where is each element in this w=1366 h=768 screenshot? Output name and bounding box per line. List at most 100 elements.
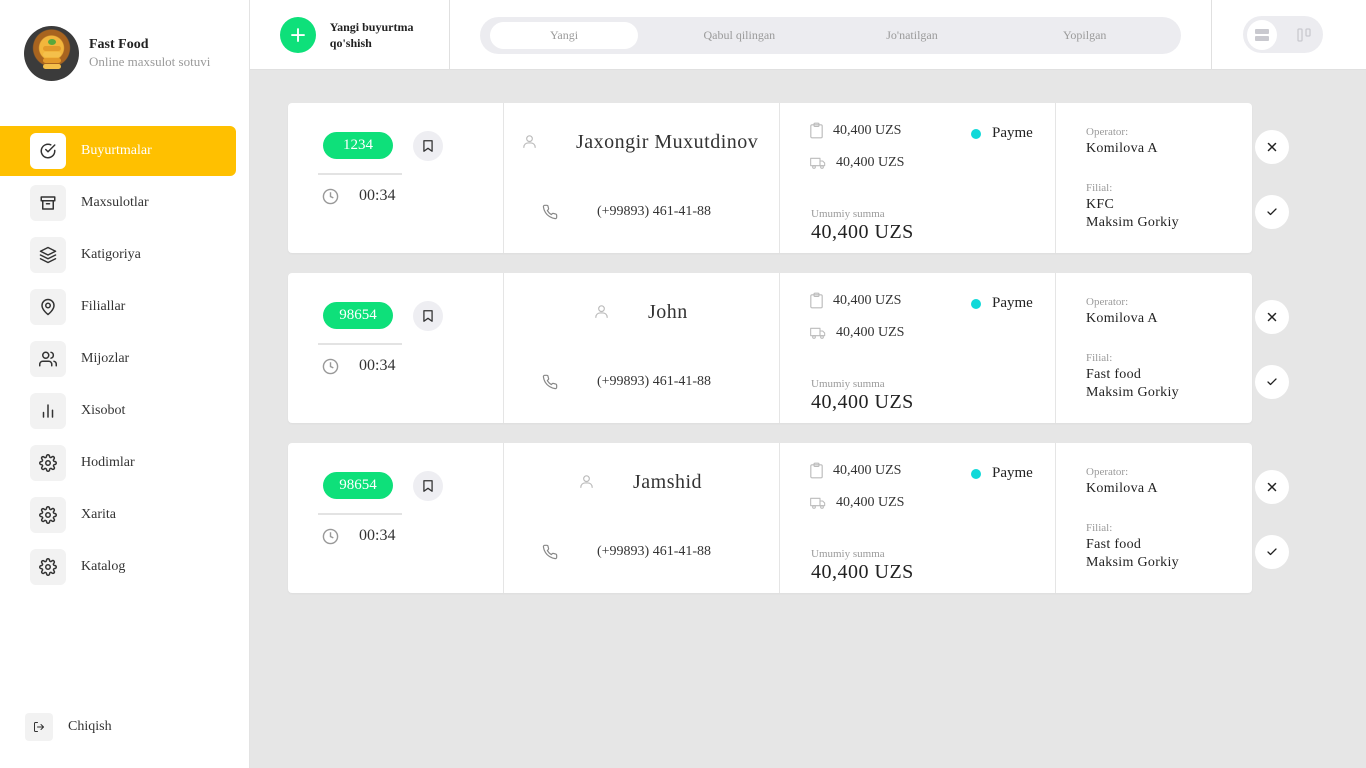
customer-section: Jamshid (+99893) 461-41-88 [504, 443, 780, 593]
phone-icon [542, 204, 558, 220]
reject-button[interactable] [1255, 300, 1289, 334]
customer-name: John [648, 301, 688, 323]
payment-status-dot [971, 298, 981, 309]
products-amount: 40,400 UZS [833, 292, 902, 308]
order-id-badge[interactable]: 98654 [323, 472, 393, 499]
operator-name: Komilova A [1086, 481, 1158, 496]
bookmark-button[interactable] [413, 131, 443, 161]
gear-icon [30, 445, 66, 481]
accept-button[interactable] [1255, 365, 1289, 399]
order-card: 98654 00:34 John (+99893) 461-41-88 40,4… [288, 273, 1289, 423]
total-label: Umumiy summa [811, 378, 885, 390]
products-amount-row: 40,400 UZS [810, 292, 901, 309]
delivery-amount: 40,400 UZS [836, 155, 905, 170]
users-icon [30, 341, 66, 377]
tab-jonatilgan[interactable]: Jo'natilgan [826, 22, 999, 49]
branch-address: Maksim Gorkiy [1086, 215, 1179, 230]
operator-section: Operator: Komilova A Filial: KFC Maksim … [1056, 103, 1252, 253]
phone-icon [542, 544, 558, 560]
clock-icon [322, 188, 339, 205]
header: Yangi buyurtma qo'shish Yangi Qabul qili… [250, 0, 1366, 70]
truck-icon [810, 497, 826, 509]
sidebar-item-label: Maxsulotlar [81, 195, 149, 210]
sidebar-item-label: Xarita [81, 507, 116, 522]
order-time: 00:34 [359, 187, 396, 204]
customer-phone: (+99893) 461-41-88 [597, 204, 712, 219]
bookmark-button[interactable] [413, 301, 443, 331]
payment-status-dot [971, 468, 981, 479]
bookmark-icon [423, 140, 433, 152]
orders-list: 1234 00:34 Jaxongir Muxutdinov (+99893) … [288, 103, 1289, 613]
close-icon [1267, 142, 1277, 152]
tab-yangi[interactable]: Yangi [490, 22, 638, 49]
order-card: 98654 00:34 Jamshid (+99893) 461-41-88 4… [288, 443, 1289, 593]
logout-icon [25, 713, 53, 741]
tab-qabul-qilingan[interactable]: Qabul qilingan [653, 22, 826, 49]
clipboard-icon [810, 462, 823, 479]
truck-icon [810, 157, 826, 169]
new-order-label: Yangi buyurtma qo'shish [329, 20, 414, 50]
operator-label: Operator: [1086, 296, 1129, 308]
sidebar-item-katalog[interactable]: Katalog [0, 542, 236, 592]
delivery-amount: 40,400 UZS [836, 495, 905, 510]
bookmark-button[interactable] [413, 471, 443, 501]
sidebar-item-mijozlar[interactable]: Mijozlar [0, 334, 236, 384]
customer-section: Jaxongir Muxutdinov (+99893) 461-41-88 [504, 103, 780, 253]
order-id-section: 98654 00:34 [288, 443, 504, 593]
amount-section: 40,400 UZS 40,400 UZS Payme Umumiy summa… [780, 443, 1056, 593]
sidebar-item-maxsulotlar[interactable]: Maxsulotlar [0, 178, 236, 228]
amount-section: 40,400 UZS 40,400 UZS Payme Umumiy summa… [780, 273, 1056, 423]
reject-button[interactable] [1255, 130, 1289, 164]
check-circle-icon [30, 133, 66, 169]
reject-button[interactable] [1255, 470, 1289, 504]
delivery-amount-row: 40,400 UZS [810, 155, 904, 171]
order-id-badge[interactable]: 98654 [323, 302, 393, 329]
user-icon [595, 305, 608, 318]
amount-section: 40,400 UZS 40,400 UZS Payme Umumiy summa… [780, 103, 1056, 253]
divider [1211, 0, 1212, 70]
branch-label: Filial: [1086, 182, 1113, 194]
operator-label: Operator: [1086, 126, 1129, 138]
payment-status-dot [971, 128, 981, 139]
logout-button[interactable]: Chiqish [25, 713, 112, 741]
sidebar-item-label: Filiallar [81, 299, 126, 314]
order-time: 00:34 [359, 527, 396, 544]
brand-subtitle: Online maxsulot sotuvi [89, 54, 211, 69]
sidebar-item-xisobot[interactable]: Xisobot [0, 386, 236, 436]
operator-section: Operator: Komilova A Filial: Fast food M… [1056, 443, 1252, 593]
list-view-button[interactable] [1247, 19, 1277, 50]
sidebar-item-katigoriya[interactable]: Katigoriya [0, 230, 236, 280]
branch-name: KFC [1086, 197, 1115, 212]
operator-label: Operator: [1086, 466, 1129, 478]
close-icon [1267, 482, 1277, 492]
sidebar-item-buyurtmalar[interactable]: Buyurtmalar [0, 126, 236, 176]
bookmark-icon [423, 310, 433, 322]
sidebar-item-hodimlar[interactable]: Hodimlar [0, 438, 236, 488]
total-amount: 40,400 UZS [811, 391, 914, 413]
sidebar-item-label: Xisobot [81, 403, 126, 418]
payment-label: Payme [992, 295, 1033, 311]
sidebar-nav: Buyurtmalar Maxsulotlar Katigoriya Filia… [0, 126, 236, 594]
customer-phone: (+99893) 461-41-88 [597, 374, 712, 389]
payment-label: Payme [992, 465, 1033, 481]
new-order-button[interactable]: Yangi buyurtma qo'shish [250, 0, 450, 70]
branch-label: Filial: [1086, 352, 1113, 364]
sidebar-item-label: Hodimlar [81, 455, 135, 470]
kanban-view-button[interactable] [1289, 20, 1319, 50]
branch-address: Maksim Gorkiy [1086, 385, 1179, 400]
sidebar-item-label: Mijozlar [81, 351, 130, 366]
products-amount-row: 40,400 UZS [810, 122, 901, 139]
branch-name: Fast food [1086, 537, 1142, 552]
sidebar-item-xarita[interactable]: Xarita [0, 490, 236, 540]
phone-icon [542, 374, 558, 390]
accept-button[interactable] [1255, 535, 1289, 569]
customer-section: John (+99893) 461-41-88 [504, 273, 780, 423]
tab-yopilgan[interactable]: Yopilgan [998, 22, 1171, 49]
operator-name: Komilova A [1086, 141, 1158, 156]
clock-icon [322, 528, 339, 545]
sidebar-item-filiallar[interactable]: Filiallar [0, 282, 236, 332]
payment-method: Payme [971, 295, 1033, 312]
accept-button[interactable] [1255, 195, 1289, 229]
order-id-badge[interactable]: 1234 [323, 132, 393, 159]
check-icon [1267, 548, 1277, 556]
